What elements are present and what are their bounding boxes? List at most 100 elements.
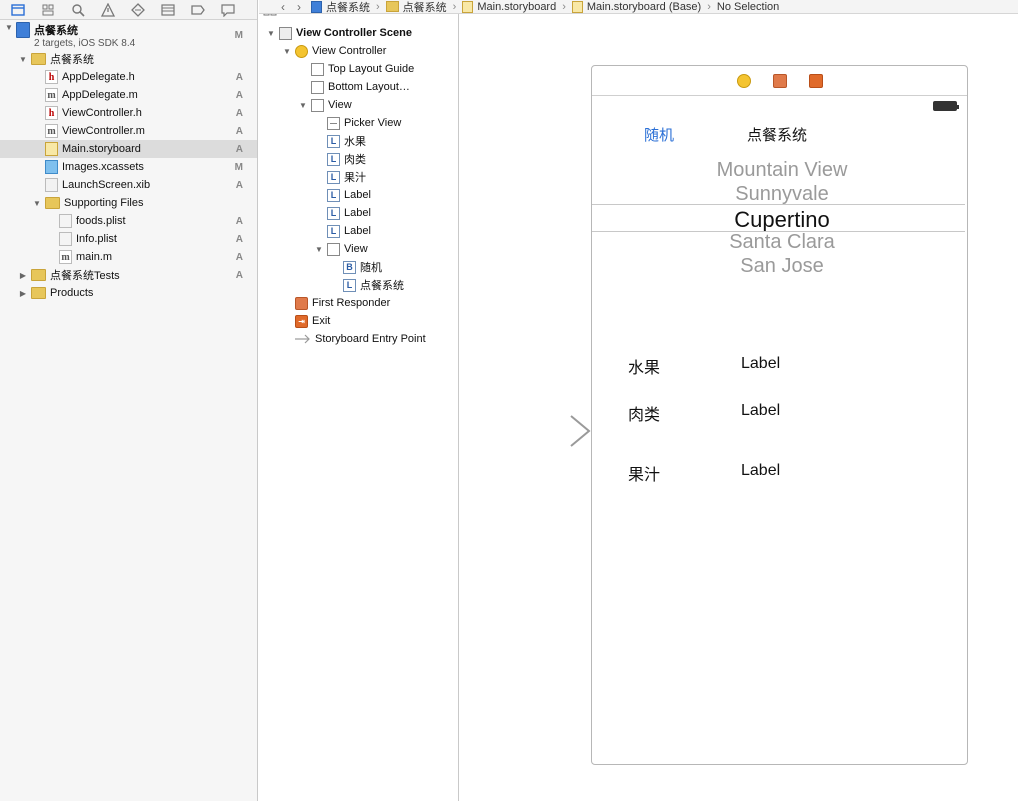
test-navigator-icon[interactable] — [130, 2, 146, 18]
meat-value-label: Label — [741, 402, 781, 419]
status-badge: A — [235, 125, 243, 137]
outline-row[interactable]: L 点餐系统 — [259, 276, 458, 294]
file-row[interactable]: ▶ Products — [0, 284, 257, 302]
file-row[interactable]: m ViewController.m A — [0, 122, 257, 140]
folder-navigator-icon[interactable] — [10, 2, 26, 18]
outline-row[interactable]: L Label — [259, 204, 458, 222]
disclosure-open-icon[interactable]: ▼ — [299, 101, 311, 110]
outline-row[interactable]: Bottom Layout… — [259, 78, 458, 96]
chevron-right-icon: › — [452, 0, 457, 13]
file-label: Supporting Files — [64, 197, 144, 209]
crumb-project[interactable]: 点餐系统 — [311, 0, 370, 15]
exit-icon[interactable] — [808, 73, 823, 88]
outline-row[interactable]: Storyboard Entry Point — [259, 330, 458, 348]
disclosure-open-icon[interactable]: ▼ — [283, 47, 295, 56]
symbol-navigator-icon[interactable] — [40, 2, 56, 18]
file-list: ▼ 点餐系统 h AppDelegate.h A m AppDelegate.m Ah View… — [0, 50, 257, 302]
back-icon[interactable]: ‹ — [281, 0, 285, 14]
debug-navigator-icon[interactable] — [160, 2, 176, 18]
view-controller-scene[interactable]: 随机 点餐系统 Mountain View Sunnyvale Cupertin… — [591, 65, 968, 765]
warning-icon[interactable] — [100, 2, 116, 18]
view-controller-icon[interactable] — [736, 73, 751, 88]
implementation-file-icon: m — [45, 88, 58, 102]
juice-value-label: Label — [741, 462, 781, 479]
outline-row[interactable]: B 随机 — [259, 258, 458, 276]
outline-row[interactable]: L Label — [259, 186, 458, 204]
scene-row[interactable]: ▼ View Controller Scene — [259, 24, 458, 42]
file-row[interactable]: m AppDelegate.m A — [0, 86, 257, 104]
disclosure-open-icon[interactable]: ▼ — [32, 198, 42, 208]
label-icon: L — [327, 188, 340, 202]
device-screen: 随机 点餐系统 Mountain View Sunnyvale Cupertin… — [592, 97, 965, 764]
outline-row[interactable]: ⇥ Exit — [259, 312, 458, 330]
xib-file-icon — [45, 178, 58, 192]
picker-row[interactable]: San Jose — [592, 255, 972, 278]
file-label: 点餐系统 — [50, 54, 94, 66]
project-row[interactable]: ▼ 点餐系统 2 targets, iOS SDK 8.4 M — [0, 20, 257, 50]
file-row[interactable]: Images.xcassets M — [0, 158, 257, 176]
file-label: AppDelegate.m — [62, 89, 138, 101]
file-label: Products — [50, 287, 94, 299]
outline-row[interactable]: L Label — [259, 222, 458, 240]
report-navigator-icon[interactable] — [220, 2, 236, 18]
file-row[interactable]: h ViewController.h A — [0, 104, 257, 122]
status-badge: A — [235, 233, 243, 245]
entry-point-arrow-icon[interactable] — [495, 414, 595, 450]
file-row[interactable]: LaunchScreen.xib A — [0, 176, 257, 194]
outline-row[interactable]: Top Layout Guide — [259, 60, 458, 78]
picker-selected-row[interactable]: Cupertino — [592, 207, 972, 233]
outline-row[interactable]: ▼ View — [259, 96, 458, 114]
file-row[interactable]: ▼ Supporting Files — [0, 194, 257, 212]
file-row[interactable]: Main.storyboard A — [0, 140, 257, 158]
document-outline: ▼ View Controller Scene ▼ View Controller… — [259, 0, 459, 801]
chevron-right-icon: › — [562, 0, 566, 13]
outline-row[interactable]: L 果汁 — [259, 168, 458, 186]
disclosure-closed-icon[interactable]: ▶ — [18, 288, 28, 298]
picker-row[interactable]: Santa Clara — [592, 231, 972, 254]
outline-row[interactable]: ▼ View — [259, 240, 458, 258]
outline-row[interactable]: ▼ View Controller — [259, 42, 458, 60]
exit-icon: ⇥ — [295, 314, 308, 328]
file-row[interactable]: ▶ 点餐系统Tests A — [0, 266, 257, 284]
file-row[interactable]: m main.m A — [0, 248, 257, 266]
crumb-selection[interactable]: No Selection — [717, 1, 779, 13]
picker-row[interactable]: Sunnyvale — [592, 183, 972, 206]
outline-row[interactable]: Picker View — [259, 114, 458, 132]
outline-row[interactable]: First Responder — [259, 294, 458, 312]
disclosure-open-icon[interactable]: ▼ — [18, 54, 28, 64]
navigator-toolbar — [0, 0, 257, 20]
outline-label: View Controller — [312, 45, 387, 57]
picker-row[interactable]: Mountain View — [592, 159, 972, 182]
disclosure-open-icon[interactable]: ▼ — [315, 245, 327, 254]
disclosure-open-icon[interactable]: ▼ — [267, 29, 277, 38]
chevron-right-icon: › — [707, 0, 711, 13]
random-button[interactable]: 随机 — [644, 124, 674, 145]
view-icon — [311, 80, 324, 94]
plist-file-icon — [59, 214, 72, 228]
crumb-localization[interactable]: Main.storyboard (Base) — [571, 0, 701, 13]
crumb-file[interactable]: Main.storyboard — [462, 0, 556, 13]
file-row[interactable]: foods.plist A — [0, 212, 257, 230]
outline-label: 肉类 — [344, 154, 366, 166]
project-icon — [16, 22, 30, 38]
storyboard-canvas[interactable]: 随机 点餐系统 Mountain View Sunnyvale Cupertin… — [460, 14, 1018, 801]
outline-row[interactable]: L 水果 — [259, 132, 458, 150]
breakpoint-navigator-icon[interactable] — [190, 2, 206, 18]
forward-icon[interactable]: › — [297, 0, 301, 14]
outline-label: Bottom Layout… — [328, 81, 410, 93]
disclosure-open-icon[interactable]: ▼ — [4, 22, 14, 32]
picker-view[interactable]: Mountain View Sunnyvale Cupertino Santa … — [592, 157, 965, 282]
disclosure-closed-icon[interactable]: ▶ — [18, 270, 28, 280]
outline-row[interactable]: L 肉类 — [259, 150, 458, 168]
first-responder-icon[interactable] — [772, 73, 787, 88]
crumb-group[interactable]: 点餐系统 — [385, 0, 447, 15]
file-row[interactable]: Info.plist A — [0, 230, 257, 248]
status-badge: M — [234, 161, 243, 173]
outline-label: Top Layout Guide — [328, 63, 415, 75]
file-row[interactable]: ▼ 点餐系统 — [0, 50, 257, 68]
file-row[interactable]: h AppDelegate.h A — [0, 68, 257, 86]
search-icon[interactable] — [70, 2, 86, 18]
